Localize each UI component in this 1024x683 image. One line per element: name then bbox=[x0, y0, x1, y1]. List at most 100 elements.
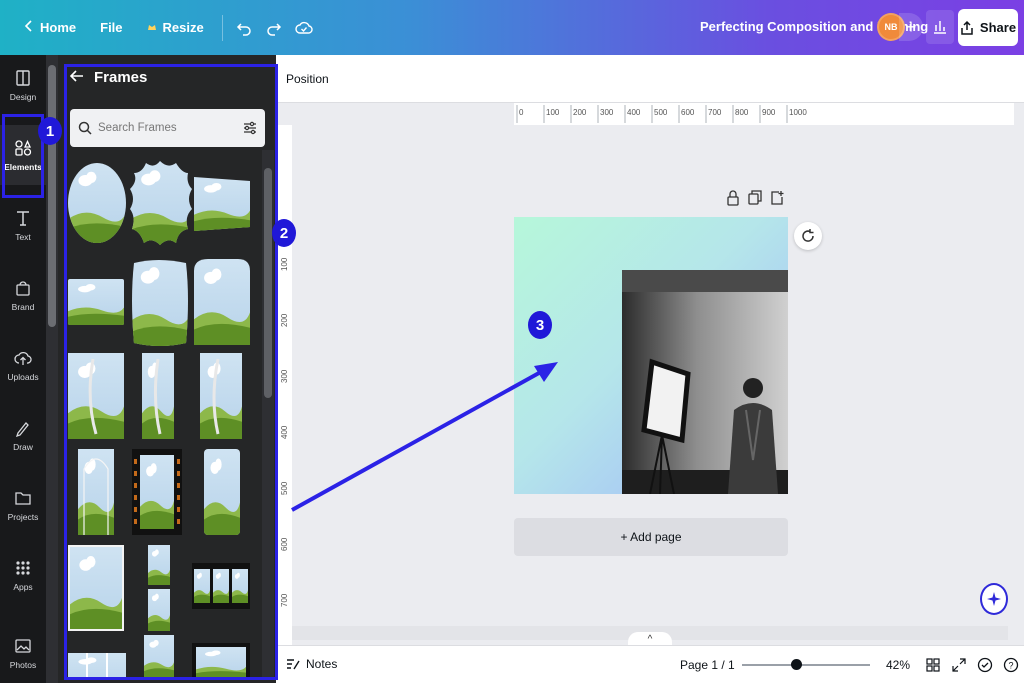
annotation-badge-3: 3 bbox=[528, 311, 552, 339]
folder-icon bbox=[15, 491, 31, 505]
check-circle-icon[interactable] bbox=[976, 655, 994, 675]
ruler-tick-label: 700 bbox=[280, 593, 289, 607]
notes-label: Notes bbox=[306, 657, 338, 671]
bottom-bar: Notes Page 1 / 1 42% ? bbox=[276, 645, 1024, 683]
fullscreen-icon[interactable] bbox=[950, 655, 968, 675]
add-page-button[interactable]: + Add page bbox=[514, 518, 788, 556]
divider bbox=[221, 14, 223, 41]
scroll-thumb[interactable] bbox=[48, 65, 56, 327]
rail-item-text[interactable]: Text bbox=[0, 195, 46, 255]
ruler-tick-label: 500 bbox=[654, 108, 668, 117]
grid-view-icon[interactable] bbox=[924, 655, 942, 675]
annotation-badge-2: 2 bbox=[272, 219, 296, 247]
rail-label: Photos bbox=[9, 659, 37, 670]
annotation-box-frames bbox=[64, 64, 278, 680]
cloud-upload-icon bbox=[14, 351, 32, 365]
text-icon bbox=[17, 210, 29, 226]
image-icon bbox=[15, 638, 31, 653]
rail-item-photos[interactable]: Photos bbox=[0, 623, 46, 683]
rail-label: Draw bbox=[13, 441, 33, 452]
file-menu-button[interactable]: File bbox=[88, 12, 134, 44]
notes-button[interactable]: Notes bbox=[286, 657, 337, 671]
redo-icon bbox=[266, 22, 281, 36]
share-icon bbox=[961, 20, 973, 35]
rail-item-brand[interactable]: Brand bbox=[0, 265, 46, 325]
rail-item-uploads[interactable]: Uploads bbox=[0, 335, 46, 395]
undo-button[interactable] bbox=[229, 13, 259, 43]
annotation-badge-1: 1 bbox=[38, 117, 62, 145]
apps-grid-icon bbox=[16, 560, 30, 575]
crown-icon bbox=[147, 20, 157, 35]
plus-icon: + bbox=[905, 16, 917, 37]
notes-icon bbox=[287, 659, 300, 670]
share-button[interactable]: Share bbox=[958, 9, 1018, 46]
home-label: Home bbox=[40, 20, 77, 35]
regenerate-button[interactable] bbox=[794, 222, 822, 250]
duplicate-icon[interactable] bbox=[748, 190, 762, 209]
rail-label: Brand bbox=[11, 301, 35, 312]
photographer-photo bbox=[622, 270, 788, 494]
rail-scrollbar[interactable] bbox=[46, 55, 58, 683]
cloud-check-icon bbox=[295, 21, 313, 34]
top-bar: Home File Resize Perfecting Composition … bbox=[0, 0, 1024, 55]
chevron-left-icon bbox=[24, 20, 34, 35]
ruler-tick-label: 700 bbox=[708, 108, 722, 117]
redo-button[interactable] bbox=[259, 13, 289, 43]
zoom-slider-knob[interactable] bbox=[790, 659, 802, 670]
ruler-tick-label: 400 bbox=[627, 108, 641, 117]
chevron-up-icon: ^ bbox=[647, 633, 653, 645]
refresh-icon bbox=[802, 229, 814, 242]
rail-item-draw[interactable]: Draw bbox=[0, 405, 46, 465]
brand-icon bbox=[16, 280, 30, 296]
resize-label: Resize bbox=[162, 20, 204, 35]
rail-label: Projects bbox=[7, 511, 39, 522]
sparkle-icon bbox=[987, 592, 1001, 606]
context-toolbar: Position bbox=[276, 55, 1024, 103]
ruler-top-ticks: 0 100 200 300 400 500 600 700 800 900 1000 bbox=[516, 105, 807, 123]
rail-label: Uploads bbox=[7, 371, 39, 382]
ruler-tick-label: 600 bbox=[280, 537, 289, 551]
lock-icon[interactable] bbox=[726, 190, 740, 209]
layout-icon bbox=[16, 69, 30, 86]
invite-button[interactable]: + bbox=[899, 13, 923, 41]
ruler-tick-label: 0 bbox=[519, 108, 524, 117]
undo-icon bbox=[236, 22, 251, 36]
rail-label: Text bbox=[15, 231, 31, 242]
page-indicator[interactable]: Page 1 / 1 bbox=[680, 658, 735, 672]
share-label: Share bbox=[979, 20, 1017, 35]
ruler-tick-label: 100 bbox=[280, 257, 289, 271]
ruler-tick-label: 1000 bbox=[789, 108, 807, 117]
insights-button[interactable] bbox=[926, 10, 954, 44]
ruler-tick-label: 200 bbox=[573, 108, 587, 117]
ruler-top: 0 100 200 300 400 500 600 700 800 900 1000 bbox=[514, 103, 1014, 125]
help-icon[interactable]: ? bbox=[1002, 655, 1020, 675]
home-button[interactable]: Home bbox=[12, 12, 88, 44]
ruler-tick-label: 800 bbox=[735, 108, 749, 117]
zoom-slider[interactable] bbox=[742, 659, 870, 670]
ruler-tick-label: 900 bbox=[762, 108, 776, 117]
rail-label: Apps bbox=[13, 581, 33, 592]
photo-element[interactable] bbox=[622, 270, 788, 494]
magic-assistant-button[interactable] bbox=[980, 583, 1008, 615]
add-page-icon[interactable] bbox=[770, 190, 784, 209]
ruler-tick-label: 300 bbox=[600, 108, 614, 117]
rail-item-design[interactable]: Design bbox=[0, 55, 46, 115]
ruler-tick-label: 600 bbox=[681, 108, 695, 117]
ruler-tick-label: 100 bbox=[546, 108, 560, 117]
file-label: File bbox=[100, 20, 123, 35]
page-tools bbox=[726, 190, 784, 209]
pen-icon bbox=[15, 421, 29, 437]
resize-button[interactable]: Resize bbox=[135, 12, 216, 44]
position-button[interactable]: Position bbox=[286, 72, 329, 86]
ruler-tick-label: 200 bbox=[280, 313, 289, 327]
top-bar-left: Home File Resize bbox=[0, 0, 319, 55]
rail-item-projects[interactable]: Projects bbox=[0, 475, 46, 535]
zoom-level[interactable]: 42% bbox=[886, 658, 910, 672]
rail-label: Design bbox=[9, 91, 37, 102]
bottom-icons: ? bbox=[924, 655, 1020, 675]
rail-item-apps[interactable]: Apps bbox=[0, 545, 46, 605]
svg-text:?: ? bbox=[1008, 661, 1013, 671]
save-status-button[interactable] bbox=[289, 13, 319, 43]
collapse-pages-button[interactable]: ^ bbox=[628, 632, 672, 646]
bar-chart-icon bbox=[934, 21, 946, 34]
